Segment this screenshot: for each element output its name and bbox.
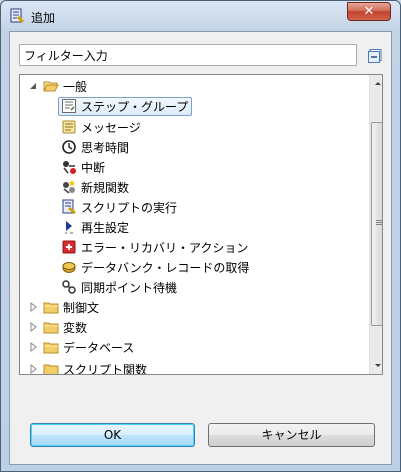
folder-icon <box>43 302 59 314</box>
tree-node-label: 変数 <box>63 320 88 335</box>
tree-item-think-time[interactable]: 思考時間 <box>61 137 129 157</box>
tree-item-abort[interactable]: 中断 <box>61 157 105 177</box>
scroll-up-arrow-icon[interactable] <box>370 75 383 92</box>
tree-item-error-recovery[interactable]: エラー・リカバリ・アクション <box>61 237 248 257</box>
title-bar[interactable]: 追加 ✕ <box>1 1 400 31</box>
tree-item-label: 同期ポイント待機 <box>81 280 178 295</box>
sync-point-icon <box>62 280 76 294</box>
folder-icon <box>43 364 59 374</box>
playback-settings-icon <box>65 221 73 234</box>
step-group-icon <box>62 99 76 113</box>
tree-vertical-scrollbar[interactable] <box>369 75 383 374</box>
cancel-button[interactable]: キャンセル <box>208 423 375 447</box>
tree-node-script-functions[interactable]: スクリプト関数 <box>28 359 147 374</box>
tree-item-label: データバンク・レコードの取得 <box>81 260 250 275</box>
tree-item-label: 中断 <box>81 160 106 175</box>
tree-item-databank[interactable]: データバンク・レコードの取得 <box>61 257 249 277</box>
tree-item-run-script[interactable]: スクリプトの実行 <box>61 197 177 217</box>
add-dialog-window: 追加 ✕ 一般 <box>0 0 401 472</box>
tree-item-new-function[interactable]: 新規関数 <box>61 177 129 197</box>
tree-item-message[interactable]: メッセージ <box>61 117 141 137</box>
tree-node-general[interactable]: 一般 <box>28 76 87 96</box>
clock-icon <box>62 140 76 154</box>
tree-item-label: エラー・リカバリ・アクション <box>81 240 249 255</box>
expanded-arrow-icon[interactable] <box>28 81 38 91</box>
tree-node-variables[interactable]: 変数 <box>28 317 87 337</box>
tree-node-label: スクリプト関数 <box>63 362 148 375</box>
tree-item-step-group[interactable]: ステップ・グループ <box>58 96 193 116</box>
tree-node-label: データベース <box>63 340 135 355</box>
tree-node-label: 制御文 <box>63 300 100 315</box>
run-script-icon <box>62 199 76 215</box>
tree-item-label: 再生設定 <box>81 220 130 235</box>
tree-node-control-statements[interactable]: 制御文 <box>28 297 99 317</box>
tree-item-label: 思考時間 <box>81 140 130 155</box>
collapse-all-icon[interactable] <box>368 49 382 63</box>
close-button[interactable]: ✕ <box>347 2 391 21</box>
scroll-down-arrow-icon[interactable] <box>370 357 383 374</box>
folder-open-icon <box>43 81 59 92</box>
collapsed-arrow-icon[interactable] <box>28 364 38 374</box>
tree-item-label: スクリプトの実行 <box>81 200 178 215</box>
dialog-client-area: 一般 ステップ・グループ <box>9 31 392 465</box>
tree-item-sync-point[interactable]: 同期ポイント待機 <box>61 277 177 297</box>
filter-input[interactable] <box>19 44 357 66</box>
collapsed-arrow-icon[interactable] <box>28 322 38 332</box>
tree-node-label: 一般 <box>63 79 88 94</box>
databank-icon <box>62 262 76 273</box>
collapsed-arrow-icon[interactable] <box>28 302 38 312</box>
message-icon <box>62 120 76 134</box>
ok-button[interactable]: OK <box>30 423 195 447</box>
tree-item-label: 新規関数 <box>81 180 130 195</box>
tree-item-label: メッセージ <box>81 120 141 135</box>
tree-item-label: ステップ・グループ <box>81 99 189 114</box>
folder-icon <box>43 322 59 334</box>
selection-highlight: ステップ・グループ <box>58 96 193 116</box>
new-function-icon <box>63 180 75 194</box>
tree-item-playback-settings[interactable]: 再生設定 <box>61 217 129 237</box>
abort-icon <box>63 161 76 174</box>
folder-icon <box>43 342 59 354</box>
tree-viewport: 一般 ステップ・グループ メッセージ 思考時間 中断 新規関数 スクリプトの実行… <box>20 75 369 374</box>
close-icon: ✕ <box>363 4 375 19</box>
tree-node-database[interactable]: データベース <box>28 337 134 357</box>
app-icon <box>9 8 25 24</box>
command-tree[interactable]: 一般 ステップ・グループ メッセージ 思考時間 中断 新規関数 スクリプトの実行… <box>19 74 383 375</box>
window-title: 追加 <box>31 11 56 25</box>
scroll-thumb[interactable] <box>371 122 382 326</box>
error-recovery-icon <box>62 240 76 254</box>
collapsed-arrow-icon[interactable] <box>28 342 38 352</box>
